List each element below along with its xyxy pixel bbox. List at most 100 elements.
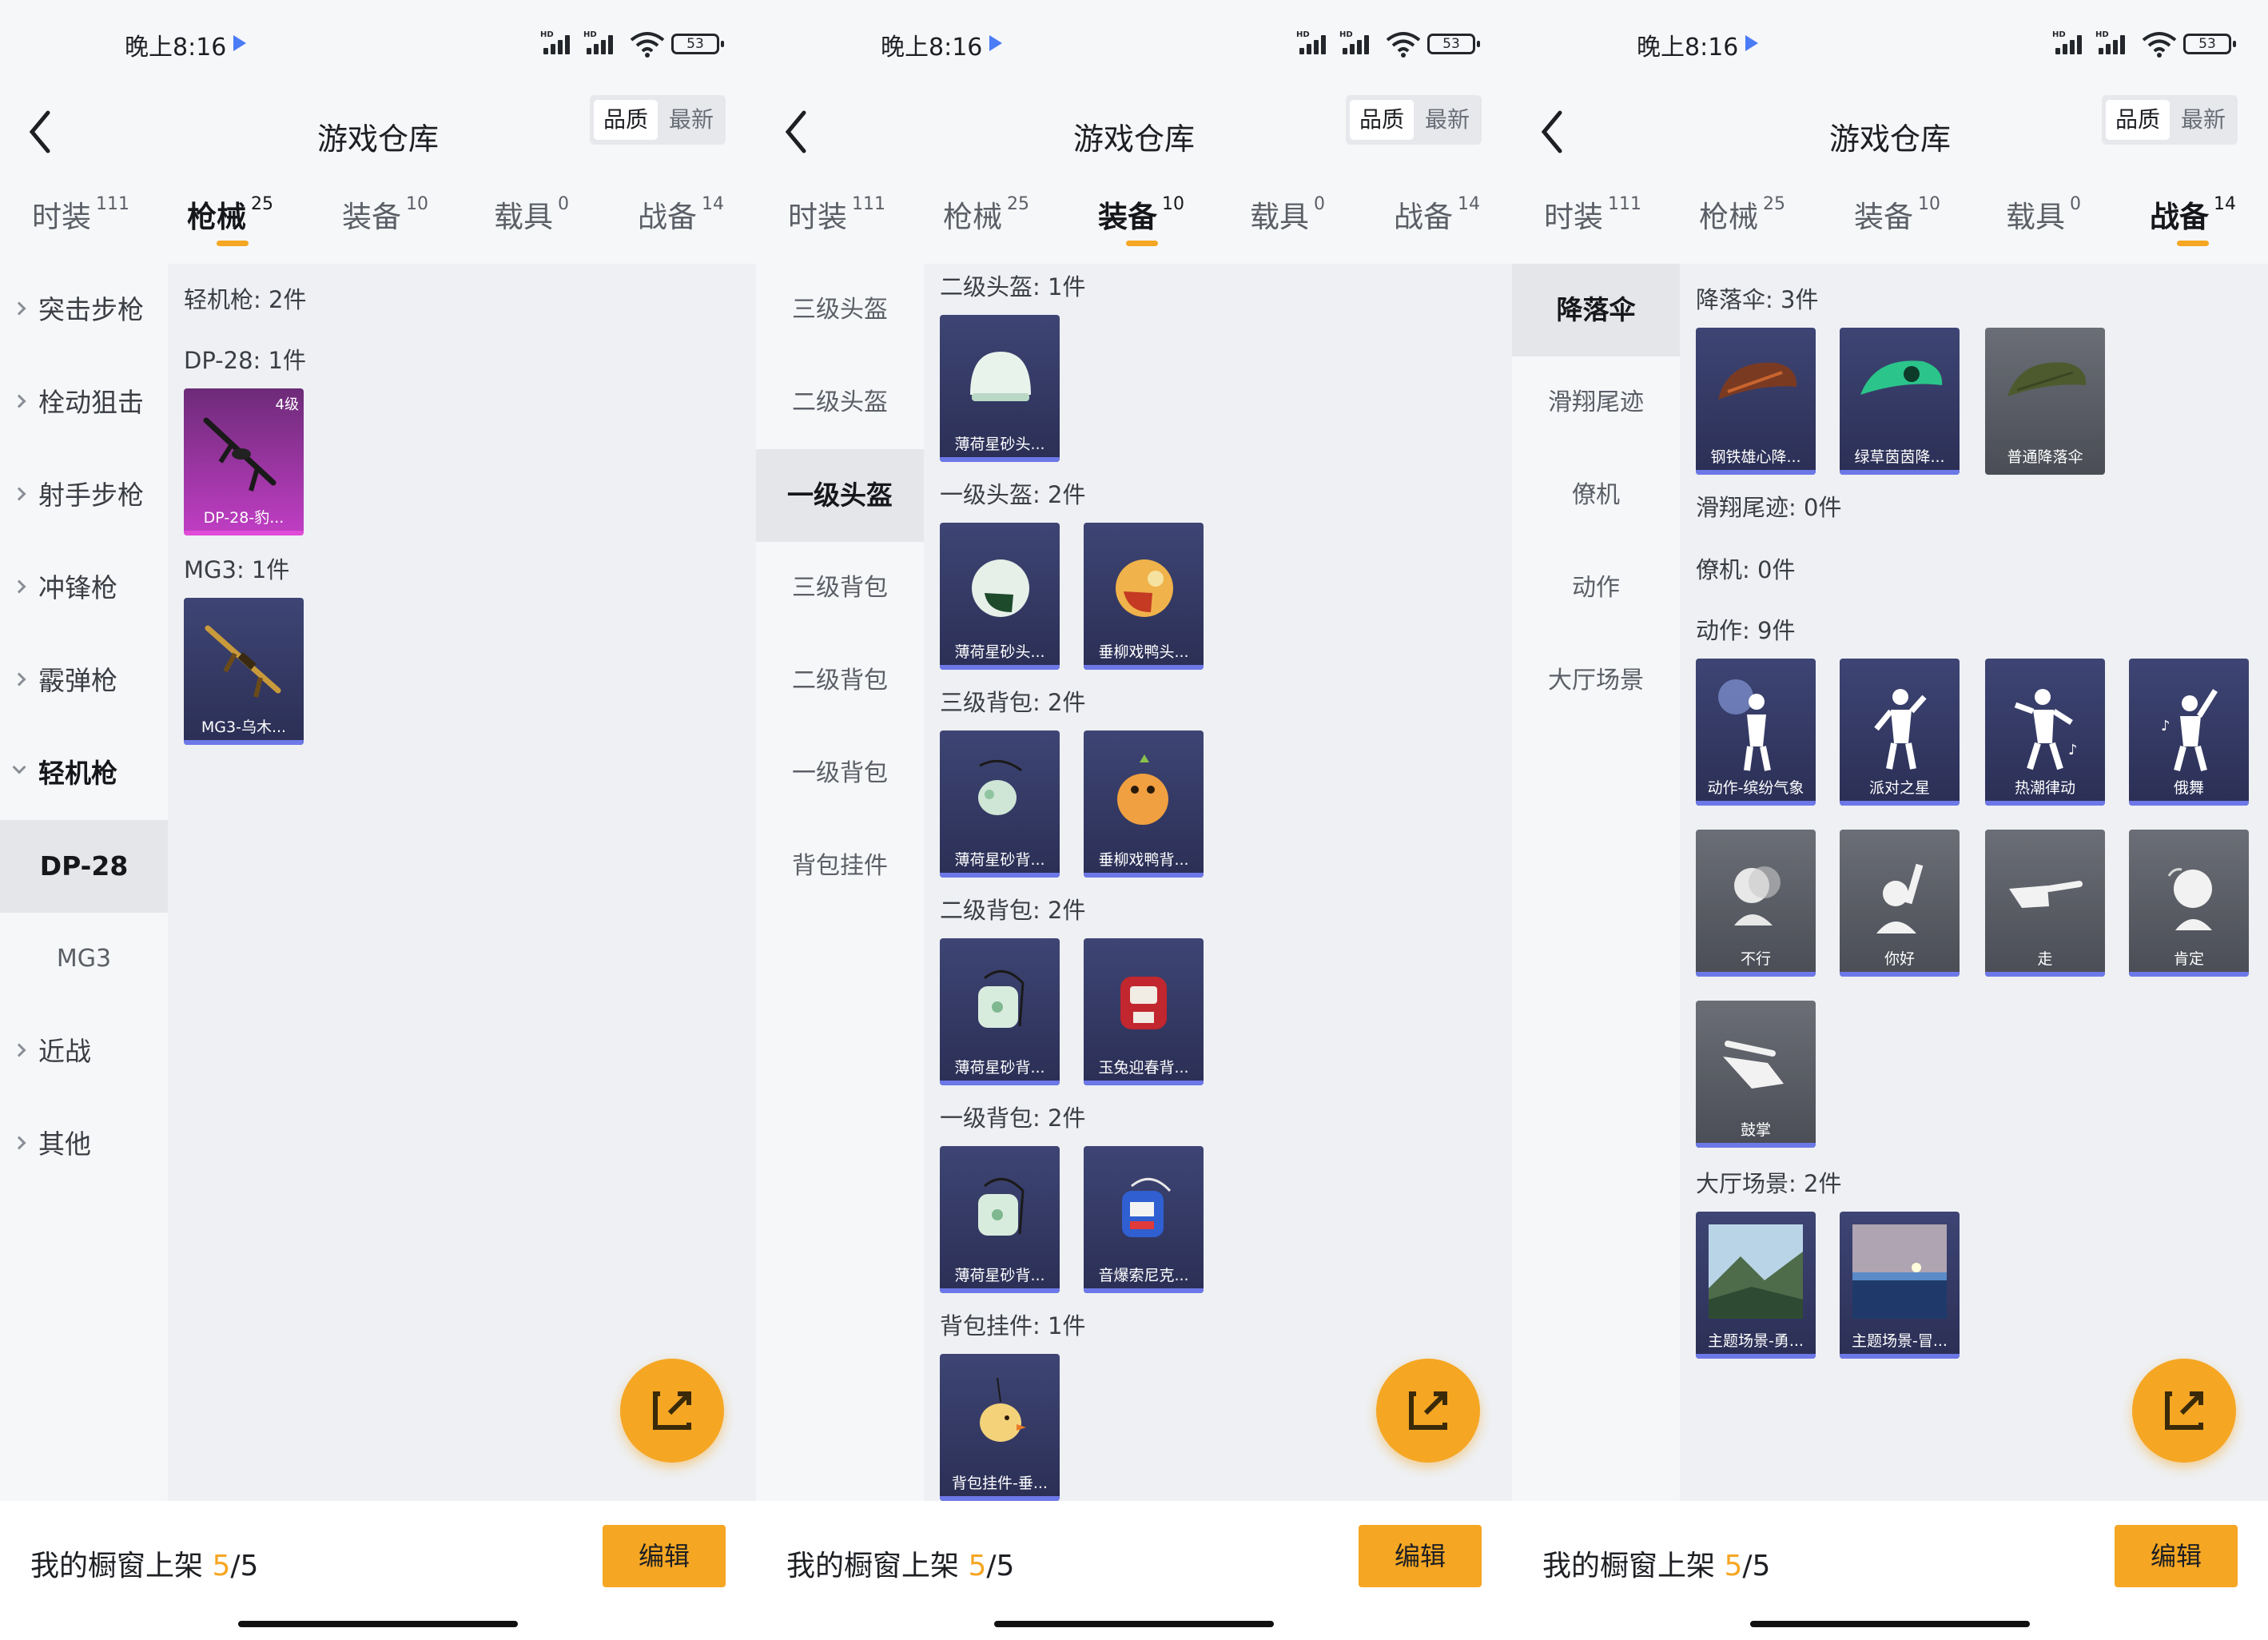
item-card[interactable]: 动作-缤纷气象: [1696, 659, 1816, 806]
sidebar-item-smg[interactable]: 冲锋枪: [0, 542, 168, 635]
status-bar: 晚上8:16 HD HD 53: [0, 0, 756, 84]
tab-label: 装备: [342, 200, 401, 234]
sidebar-item-glide-trail[interactable]: 滑翔尾迹: [1512, 356, 1680, 449]
tab-vehicles[interactable]: 载具 0: [494, 193, 569, 241]
status-time: 晚上8:16: [881, 34, 983, 62]
sidebar-item-backpack-1[interactable]: 一级背包: [756, 727, 924, 820]
tab-supplies[interactable]: 战备 14: [1394, 193, 1480, 241]
share-button[interactable]: [620, 1359, 724, 1463]
item-card[interactable]: 肯定: [2129, 830, 2249, 977]
sidebar-item-parachute[interactable]: 降落伞: [1512, 264, 1680, 356]
section-label: 二级背包: 2件: [940, 897, 1086, 924]
tab-vehicles[interactable]: 载具 0: [2006, 193, 2081, 241]
item-card[interactable]: 4级 DP-28-豹...: [184, 388, 304, 535]
section-label: 僚机: 0件: [1696, 556, 1796, 583]
item-card[interactable]: 绿草茵茵降...: [1840, 328, 1960, 475]
sidebar-item-emote[interactable]: 动作: [1512, 542, 1680, 635]
sidebar-item-helmet-3[interactable]: 三级头盔: [756, 264, 924, 356]
sort-quality-button[interactable]: 品质: [2106, 100, 2170, 140]
sidebar-item-wingman[interactable]: 僚机: [1512, 449, 1680, 542]
item-name: 走: [2037, 950, 2053, 968]
rarity-bar: [1840, 801, 1960, 806]
item-card[interactable]: 薄荷星砂头...: [940, 315, 1060, 462]
item-card[interactable]: 薄荷星砂背...: [940, 1146, 1060, 1293]
showcase-current: 5: [1724, 1550, 1743, 1582]
section-label: 一级头盔: 2件: [940, 481, 1086, 508]
tab-equipment[interactable]: 装备 10: [1098, 193, 1184, 241]
item-card[interactable]: 普通降落伞: [1985, 328, 2105, 475]
tab-fashion[interactable]: 时装 111: [1544, 193, 1641, 241]
sidebar-item-label: 一级背包: [792, 759, 888, 787]
edit-button[interactable]: 编辑: [603, 1525, 726, 1587]
item-card[interactable]: 派对之星: [1840, 659, 1960, 806]
item-card[interactable]: 垂柳戏鸭头...: [1084, 523, 1204, 670]
home-indicator[interactable]: [238, 1621, 518, 1627]
sidebar-item-backpack-2[interactable]: 二级背包: [756, 635, 924, 727]
item-card[interactable]: 不行: [1696, 830, 1816, 977]
battery-icon: 53: [2183, 34, 2236, 54]
edit-button[interactable]: 编辑: [1359, 1525, 1482, 1587]
item-card[interactable]: 背包挂件-垂...: [940, 1354, 1060, 1501]
edit-button[interactable]: 编辑: [2115, 1525, 2238, 1587]
item-card[interactable]: 走: [1985, 830, 2105, 977]
item-card[interactable]: 钢铁雄心降...: [1696, 328, 1816, 475]
item-card[interactable]: 垂柳戏鸭背...: [1084, 730, 1204, 878]
item-card[interactable]: 主题场景-冒...: [1840, 1212, 1960, 1359]
tab-equipment[interactable]: 装备 10: [1854, 193, 1940, 241]
sort-latest-button[interactable]: 最新: [2171, 100, 2235, 140]
sidebar-item-other[interactable]: 其他: [0, 1098, 168, 1191]
item-card[interactable]: 主题场景-勇...: [1696, 1212, 1816, 1359]
item-card[interactable]: 薄荷星砂背...: [940, 730, 1060, 878]
tab-guns[interactable]: 枪械 25: [1699, 193, 1785, 241]
sort-latest-button[interactable]: 最新: [1415, 100, 1479, 140]
home-indicator[interactable]: [994, 1621, 1274, 1627]
share-button[interactable]: [1376, 1359, 1480, 1463]
item-card[interactable]: 你好: [1840, 830, 1960, 977]
signal-icon: HD: [1296, 30, 1333, 54]
rarity-bar: [2129, 972, 2249, 977]
item-card[interactable]: 音爆索尼克...: [1084, 1146, 1204, 1293]
tab-fashion[interactable]: 时装 111: [788, 193, 885, 241]
sidebar-item-shotgun[interactable]: 霰弹枪: [0, 635, 168, 727]
tab-fashion[interactable]: 时装 111: [32, 193, 129, 241]
item-name: 派对之星: [1868, 779, 1930, 797]
item-card[interactable]: ♪ 俄舞: [2129, 659, 2249, 806]
sidebar-item-label: 栓动狙击: [38, 387, 144, 418]
item-card[interactable]: 薄荷星砂头...: [940, 523, 1060, 670]
sort-quality-button[interactable]: 品质: [1350, 100, 1414, 140]
sidebar-item-backpack-charm[interactable]: 背包挂件: [756, 820, 924, 913]
sidebar-item-bolt-sniper[interactable]: 栓动狙击: [0, 356, 168, 449]
sidebar-item-dp28[interactable]: DP-28: [0, 820, 168, 913]
tab-guns[interactable]: 枪械 25: [943, 193, 1029, 241]
tab-label: 战备: [638, 200, 697, 234]
tab-vehicles[interactable]: 载具 0: [1250, 193, 1325, 241]
tab-label: 枪械: [1699, 200, 1758, 234]
sidebar-item-melee[interactable]: 近战: [0, 1005, 168, 1098]
sidebar-item-backpack-3[interactable]: 三级背包: [756, 542, 924, 635]
sort-latest-button[interactable]: 最新: [659, 100, 723, 140]
item-name: 俄舞: [2173, 779, 2204, 797]
item-list: 轻机枪: 2件 DP-28: 1件 4级 DP-28-豹... MG3: 1件 …: [168, 264, 756, 1501]
rarity-bar: [940, 665, 1060, 670]
item-card[interactable]: 鼓掌: [1696, 1001, 1816, 1148]
active-tab-indicator: [2177, 241, 2209, 246]
sidebar-item-assault-rifle[interactable]: 突击步枪: [0, 264, 168, 356]
tab-label: 载具: [1250, 200, 1309, 234]
tab-equipment[interactable]: 装备 10: [342, 193, 428, 241]
tab-guns[interactable]: 枪械 25: [187, 193, 273, 241]
sidebar-item-helmet-2[interactable]: 二级头盔: [756, 356, 924, 449]
item-card[interactable]: 薄荷星砂背...: [940, 938, 1060, 1085]
tab-supplies[interactable]: 战备 14: [2150, 193, 2236, 241]
item-card[interactable]: ♪ 热潮律动: [1985, 659, 2105, 806]
sidebar-item-lmg[interactable]: 轻机枪: [0, 727, 168, 820]
sort-quality-button[interactable]: 品质: [594, 100, 658, 140]
home-indicator[interactable]: [1750, 1621, 2030, 1627]
share-button[interactable]: [2132, 1359, 2236, 1463]
sidebar-item-mg3[interactable]: MG3: [0, 913, 168, 1005]
tab-supplies[interactable]: 战备 14: [638, 193, 724, 241]
sidebar-item-helmet-1[interactable]: 一级头盔: [756, 449, 924, 542]
item-card[interactable]: 玉兔迎春背...: [1084, 938, 1204, 1085]
item-card[interactable]: MG3-乌木...: [184, 598, 304, 745]
sidebar-item-marksman-rifle[interactable]: 射手步枪: [0, 449, 168, 542]
sidebar-item-lobby-scene[interactable]: 大厅场景: [1512, 635, 1680, 727]
